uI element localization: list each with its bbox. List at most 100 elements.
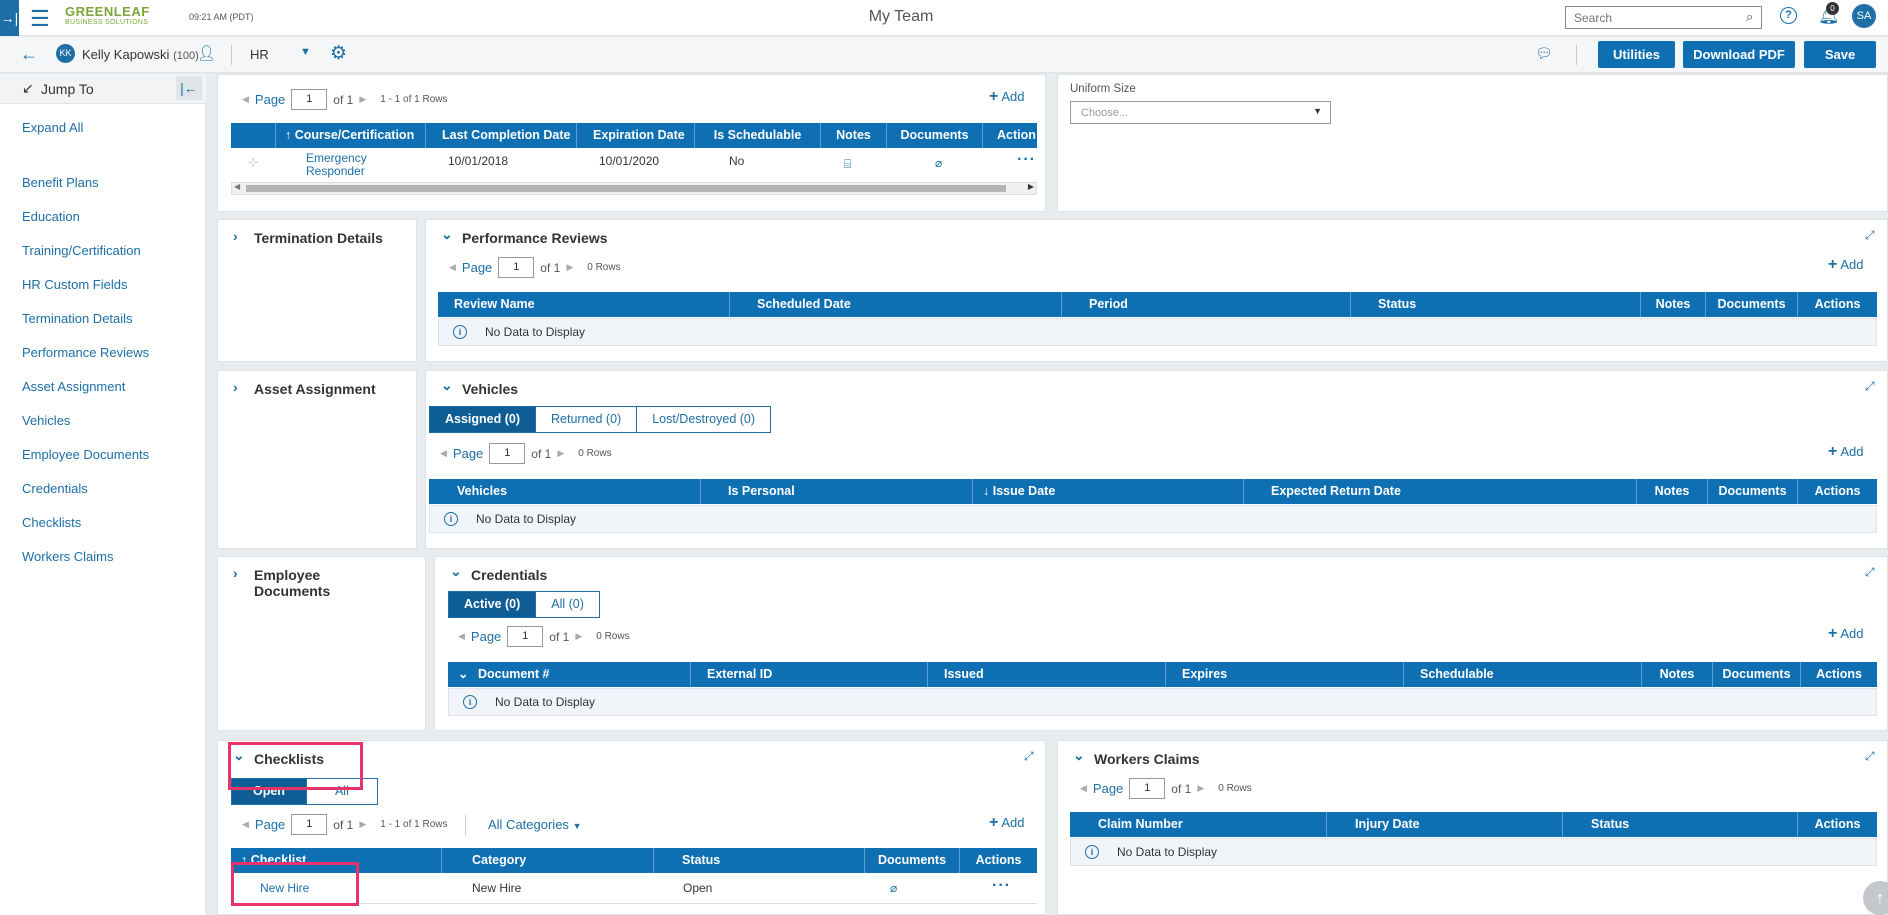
col-expires[interactable]: Expires xyxy=(1166,662,1404,687)
col-actions[interactable]: Actions xyxy=(1798,479,1877,504)
prev-page-icon[interactable]: ◀ xyxy=(449,262,456,273)
sidebar-item-hr-custom-fields[interactable]: HR Custom Fields xyxy=(22,277,127,292)
help-icon[interactable]: ? xyxy=(1780,7,1797,24)
col-status[interactable]: Status xyxy=(1351,292,1641,317)
col-document-number[interactable]: ⌄ Document # xyxy=(448,662,691,687)
gear-icon[interactable]: ⚙ xyxy=(330,42,347,65)
page-number-input[interactable]: 1 xyxy=(1129,778,1166,799)
col-documents[interactable]: Documents xyxy=(1708,479,1798,504)
col-action[interactable]: Action xyxy=(983,123,1037,148)
col-documents[interactable]: Documents xyxy=(1706,292,1798,317)
expand-icon[interactable]: ⤢ xyxy=(1865,379,1875,394)
sidebar-item-checklists[interactable]: Checklists xyxy=(22,515,81,530)
chevron-down-icon[interactable]: ⌄ xyxy=(1073,747,1085,764)
page-number-input[interactable]: 1 xyxy=(498,257,535,278)
col-notes[interactable]: Notes xyxy=(1642,662,1713,687)
col-expiration[interactable]: Expiration Date xyxy=(577,123,695,148)
expand-all-link[interactable]: Expand All xyxy=(22,120,83,135)
col-injury-date[interactable]: Injury Date xyxy=(1327,812,1563,837)
col-category[interactable]: Category xyxy=(442,848,654,873)
sidebar-item-performance[interactable]: Performance Reviews xyxy=(22,345,149,360)
col-actions[interactable]: Actions xyxy=(1798,292,1877,317)
next-page-icon[interactable]: ▶ xyxy=(566,262,573,273)
col-status[interactable]: Status xyxy=(654,848,865,873)
page-number-input[interactable]: 1 xyxy=(489,443,526,464)
col-schedulable[interactable]: Is Schedulable xyxy=(695,123,821,148)
category-filter[interactable]: All Categories ▼ xyxy=(488,817,581,832)
sidebar-item-vehicles[interactable]: Vehicles xyxy=(22,413,70,428)
add-vehicle-button[interactable]: + Add xyxy=(1828,443,1863,461)
page-number-input[interactable]: 1 xyxy=(291,89,328,110)
tab-lost-destroyed[interactable]: Lost/Destroyed (0) xyxy=(636,406,772,433)
col-documents[interactable]: Documents xyxy=(865,848,960,873)
col-period[interactable]: Period xyxy=(1062,292,1351,317)
download-pdf-button[interactable]: Download PDF xyxy=(1683,41,1795,68)
page-number-input[interactable]: 1 xyxy=(507,626,544,647)
col-is-personal[interactable]: Is Personal xyxy=(701,479,973,504)
add-credential-button[interactable]: + Add xyxy=(1828,625,1863,643)
module-select[interactable]: HR xyxy=(250,47,269,62)
prev-page-icon[interactable]: ◀ xyxy=(1080,783,1087,794)
expand-icon[interactable]: ⤢ xyxy=(1024,749,1034,764)
scrollbar-thumb[interactable] xyxy=(246,185,1006,192)
person-edit-icon[interactable]: 👤︎ xyxy=(197,44,216,62)
prev-page-icon[interactable]: ◀ xyxy=(242,94,249,105)
chevron-right-icon[interactable]: › xyxy=(233,565,238,581)
col-claim-number[interactable]: Claim Number xyxy=(1070,812,1327,837)
sidebar-item-employee-documents[interactable]: Employee Documents xyxy=(22,447,149,462)
chat-icon[interactable]: 💬︎ xyxy=(1535,45,1553,62)
drag-handle-icon[interactable]: ⊹ xyxy=(248,155,258,169)
row-actions-icon[interactable]: ··· xyxy=(1017,151,1036,169)
sidebar-item-asset[interactable]: Asset Assignment xyxy=(22,379,125,394)
prev-page-icon[interactable]: ◀ xyxy=(458,631,465,642)
paperclip-icon[interactable]: ⌀ xyxy=(890,881,897,895)
col-documents[interactable]: Documents xyxy=(1713,662,1801,687)
utilities-button[interactable]: Utilities xyxy=(1598,41,1675,68)
col-actions[interactable]: Actions xyxy=(1801,662,1877,687)
back-arrow-icon[interactable]: ← xyxy=(20,44,38,65)
col-review-name[interactable]: Review Name xyxy=(438,292,730,317)
save-button[interactable]: Save xyxy=(1804,41,1876,68)
expand-icon[interactable]: ⤢ xyxy=(1865,749,1875,764)
tab-all[interactable]: All (0) xyxy=(535,591,600,618)
col-scheduled-date[interactable]: Scheduled Date xyxy=(730,292,1062,317)
collapse-sidebar-icon[interactable]: |← xyxy=(176,76,202,100)
course-link[interactable]: Emergency Responder xyxy=(306,152,396,178)
col-external-id[interactable]: External ID xyxy=(691,662,928,687)
chevron-down-icon[interactable]: ⌄ xyxy=(441,226,453,243)
sidebar-item-termination[interactable]: Termination Details xyxy=(22,311,133,326)
col-notes[interactable]: Notes xyxy=(821,123,887,148)
search-input[interactable] xyxy=(1565,6,1762,29)
next-page-icon[interactable]: ▶ xyxy=(557,448,564,459)
col-issued[interactable]: Issued xyxy=(928,662,1166,687)
expand-icon[interactable]: ⤢ xyxy=(1865,565,1875,580)
page-number-input[interactable]: 1 xyxy=(291,814,328,835)
horizontal-scrollbar[interactable]: ◀ ▶ xyxy=(231,182,1037,195)
chevron-down-icon[interactable]: ⌄ xyxy=(441,377,453,394)
prev-page-icon[interactable]: ◀ xyxy=(440,448,447,459)
sidebar-item-benefit-plans[interactable]: Benefit Plans xyxy=(22,175,99,190)
notes-icon[interactable]: ⌸ xyxy=(844,157,851,172)
col-status[interactable]: Status xyxy=(1563,812,1798,837)
next-page-icon[interactable]: ▶ xyxy=(359,819,366,830)
scroll-right-icon[interactable]: ▶ xyxy=(1028,182,1034,191)
chevron-right-icon[interactable]: › xyxy=(233,379,238,395)
scroll-left-icon[interactable]: ◀ xyxy=(234,182,240,191)
tab-active[interactable]: Active (0) xyxy=(448,591,537,618)
add-checklist-button[interactable]: + Add xyxy=(989,814,1024,832)
col-issue-date[interactable]: ↓ Issue Date xyxy=(973,479,1244,504)
col-expected-return[interactable]: Expected Return Date xyxy=(1244,479,1637,504)
row-actions-icon[interactable]: ··· xyxy=(992,877,1011,895)
prev-page-icon[interactable]: ◀ xyxy=(242,819,249,830)
search-icon[interactable]: ⌕ xyxy=(1746,9,1753,25)
paperclip-icon[interactable]: ⌀ xyxy=(935,156,942,170)
add-training-button[interactable]: + Add xyxy=(989,88,1024,106)
col-actions[interactable]: Actions xyxy=(1798,812,1877,837)
col-notes[interactable]: Notes xyxy=(1641,292,1706,317)
next-page-icon[interactable]: ▶ xyxy=(359,94,366,105)
sidebar-item-education[interactable]: Education xyxy=(22,209,80,224)
sidebar-item-credentials[interactable]: Credentials xyxy=(22,481,88,496)
col-documents[interactable]: Documents xyxy=(887,123,983,148)
user-avatar[interactable]: SA xyxy=(1852,4,1876,28)
add-review-button[interactable]: + Add xyxy=(1828,256,1863,274)
